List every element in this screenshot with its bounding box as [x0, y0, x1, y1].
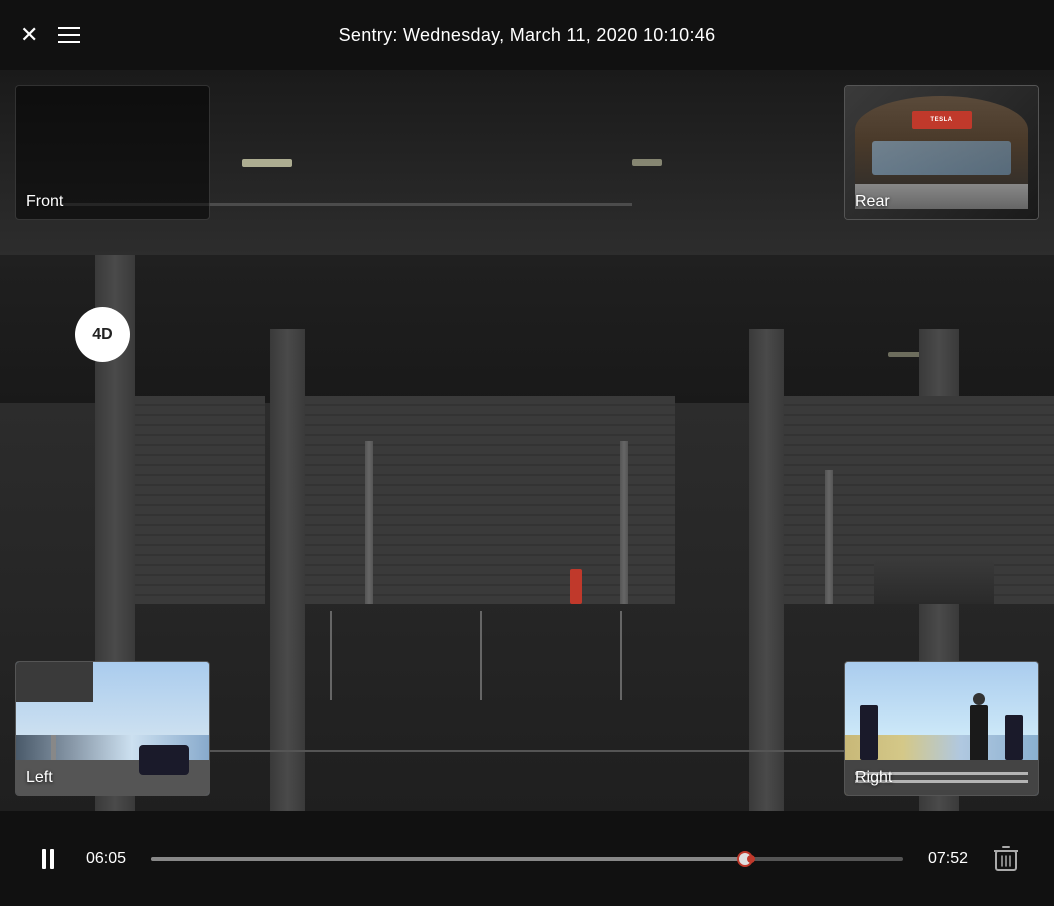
front-camera-label: Front — [26, 193, 63, 211]
time-total: 07:52 — [923, 850, 968, 868]
rear-glass — [872, 141, 1010, 175]
right-charger — [860, 705, 878, 760]
parking-line-3 — [620, 611, 622, 700]
video-area: 4D Front TESLA Rear — [0, 70, 1054, 811]
menu-line-3 — [58, 41, 80, 43]
menu-line-2 — [58, 34, 80, 36]
parked-car — [874, 559, 994, 604]
menu-line-1 — [58, 27, 80, 29]
left-overhang — [16, 662, 93, 702]
pause-bar-1 — [42, 849, 46, 869]
rear-camera-thumb[interactable]: TESLA Rear — [844, 85, 1039, 220]
menu-button[interactable] — [58, 27, 80, 43]
fire-extinguisher — [570, 569, 582, 604]
controls-bar: 06:05 07:52 — [0, 811, 1054, 906]
parking-line-2 — [480, 611, 482, 700]
progress-bar[interactable] — [151, 857, 903, 861]
right-person-body — [970, 705, 988, 760]
left-parked-car — [139, 745, 189, 775]
top-bar-left: ✕ — [20, 22, 80, 48]
left-camera-label: Left — [26, 769, 53, 787]
barrier-post-1 — [365, 441, 373, 604]
pillar-mid-left — [270, 329, 305, 811]
pause-icon — [42, 849, 54, 869]
close-button[interactable]: ✕ — [20, 22, 38, 48]
play-pause-button[interactable] — [30, 841, 66, 877]
progress-red-dot — [747, 855, 755, 863]
top-bar: ✕ Sentry: Wednesday, March 11, 2020 10:1… — [0, 0, 1054, 70]
parking-line-1 — [330, 611, 332, 700]
right-camera-thumb[interactable]: Right — [844, 661, 1039, 796]
right-person-head — [973, 693, 985, 705]
section-sign: 4D — [75, 307, 130, 362]
pillar-mid-right — [749, 329, 784, 811]
right-camera-label: Right — [855, 769, 892, 787]
right-charger-2 — [1005, 715, 1023, 760]
page-title: Sentry: Wednesday, March 11, 2020 10:10:… — [339, 25, 716, 46]
parking-line-4 — [200, 750, 854, 752]
trash-icon — [993, 845, 1019, 873]
delete-button[interactable] — [988, 841, 1024, 877]
front-camera-overlay[interactable]: Front — [15, 85, 210, 220]
pause-bar-2 — [50, 849, 54, 869]
barrier-post-3 — [825, 470, 833, 603]
ceiling-light-2 — [632, 159, 662, 166]
rear-tesla-logo: TESLA — [912, 111, 972, 129]
time-current: 06:05 — [86, 850, 131, 868]
shutter-left — [135, 396, 265, 603]
rear-camera-label: Rear — [855, 193, 890, 211]
barrier-post-2 — [620, 441, 628, 604]
ceiling-light-1 — [242, 159, 292, 167]
progress-fill — [151, 857, 745, 861]
progress-thumb — [737, 851, 753, 867]
left-camera-thumb[interactable]: Left — [15, 661, 210, 796]
